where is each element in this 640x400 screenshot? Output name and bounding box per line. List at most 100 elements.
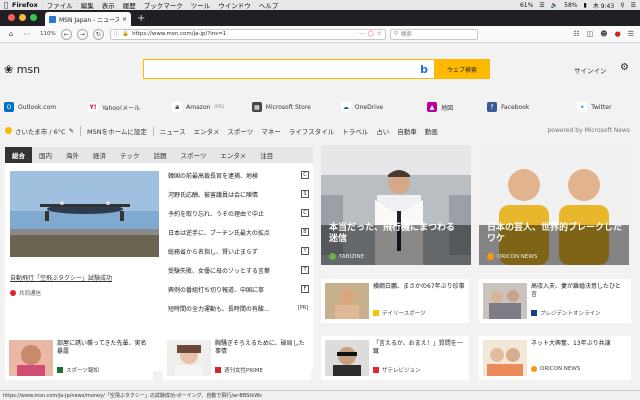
settings-gear-icon[interactable]: ⚙ xyxy=(620,62,629,73)
headline-item[interactable]: 興例の番組打ち切り報道、中国に寧 F xyxy=(168,281,309,297)
app-menu-firefox[interactable]: Firefox xyxy=(12,1,38,9)
menu-bookmarks[interactable]: ブックマーク xyxy=(144,0,183,10)
info-icon[interactable]: ⓘ xyxy=(114,30,120,38)
msn-logo[interactable]: ❀ msn xyxy=(4,63,40,76)
quicklink-outlook[interactable]: O Outlook.com xyxy=(4,102,56,112)
weather-widget[interactable]: さいたま市 / 6°C ✎ xyxy=(0,126,74,136)
tab-domestic[interactable]: 国内 xyxy=(32,147,59,163)
category-travel[interactable]: トラベル xyxy=(342,126,368,136)
tab-msn[interactable]: MSN Japan - ニュース, 天気, メ × xyxy=(45,12,131,26)
menu-tools[interactable]: ツール xyxy=(191,0,211,10)
headline-item[interactable]: 総務省から名指し、賢い止まらず Y xyxy=(168,243,309,259)
clock[interactable]: 木 9:43 xyxy=(593,1,614,10)
news-card-small[interactable]: 横綱白鵬、まさかの67年ぶり珍事 デイリースポーツ xyxy=(321,279,469,323)
feature-card[interactable]: 本当だった、飛行機にまつわる迷信 TABIZINE xyxy=(321,145,471,265)
quicklink-onedrive[interactable]: ☁ OneDrive xyxy=(340,102,383,112)
headline-item[interactable]: 予約を取り忘れ、うその理由で中止 C xyxy=(168,205,309,221)
menu-icon[interactable]: ☰ xyxy=(628,30,634,38)
edit-pencil-icon[interactable]: ✎ xyxy=(69,127,74,135)
search-bar[interactable]: ⚲ 検索 xyxy=(389,28,478,40)
menu-window[interactable]: ウインドウ xyxy=(218,0,251,10)
quicklink-yahoo[interactable]: Y! Yahoo!メール xyxy=(88,102,140,112)
forward-icon[interactable]: → xyxy=(76,28,88,40)
tab-topics[interactable]: 話題 xyxy=(147,147,174,163)
quicklink-microsoft-store[interactable]: ▦ Microsoft Store xyxy=(251,102,311,112)
news-card-title[interactable]: 横綱白鵬、まさかの67年ぶり珍事 xyxy=(373,283,465,291)
news-card-title[interactable]: 部屋に誘い襲ってきた先輩、実名暴露 xyxy=(57,340,149,357)
page-actions-icon[interactable]: ⋯ xyxy=(359,31,365,37)
quicklink-amazon[interactable]: a Amazon [PR] xyxy=(172,102,224,112)
menu-edit[interactable]: 編集 xyxy=(81,0,94,10)
tab-economy[interactable]: 経済 xyxy=(86,147,113,163)
category-sports[interactable]: スポーツ xyxy=(227,126,253,136)
headline-item[interactable]: 短時間の全力運動も、長時間の有酸… [PR] xyxy=(168,300,309,316)
category-lifestyle[interactable]: ライフスタイル xyxy=(289,126,335,136)
category-money[interactable]: マネー xyxy=(261,126,281,136)
menu-help[interactable]: ヘルプ xyxy=(259,0,279,10)
headline-item[interactable]: 韓国の前最高裁長官を逮捕、地検 C xyxy=(168,167,309,183)
menu-file[interactable]: ファイル xyxy=(47,0,73,10)
quicklink-twitter[interactable]: ✦ Twitter xyxy=(577,102,611,112)
library-icon[interactable]: ☷ xyxy=(573,30,579,38)
hero-image[interactable] xyxy=(10,171,159,257)
url-text[interactable]: https://www.msn.com/ja-jp/?ins=1 xyxy=(132,31,356,37)
new-tab-icon[interactable]: + xyxy=(131,13,151,26)
close-tab-icon[interactable]: × xyxy=(122,16,127,23)
zoom-window-icon[interactable] xyxy=(30,14,37,21)
news-card-small[interactable]: 「言えるか、おまえ！」質問を一蹴 ザテレビジョン xyxy=(321,336,469,380)
hero-source[interactable]: 共同通信 xyxy=(10,289,41,297)
sidebar-icon[interactable]: ◫ xyxy=(587,30,594,38)
news-card-title[interactable]: 胸騒ぎそろえるために、破局した事情 xyxy=(215,340,307,357)
quicklink-map[interactable]: ▲ 地図 xyxy=(427,102,453,112)
tab-sports[interactable]: スポーツ xyxy=(174,147,214,163)
minimize-window-icon[interactable] xyxy=(19,14,26,21)
tab-overseas[interactable]: 海外 xyxy=(59,147,86,163)
category-news[interactable]: ニュース xyxy=(160,126,186,136)
search-input[interactable]: 検索 xyxy=(401,30,412,38)
signin-link[interactable]: サインイン xyxy=(574,65,607,75)
lock-icon[interactable]: 🔒 xyxy=(122,31,129,37)
volume-icon[interactable]: 🔈 xyxy=(551,2,558,9)
headline-item[interactable]: 日本は逆手に、プーチン氏最大の拡点 B xyxy=(168,224,309,240)
feature-card[interactable]: 日本の芸人、世界的ブレークしたワケ ORICON NEWS xyxy=(479,145,629,265)
hero-caption[interactable]: 自動飛行「空飛ぶタクシー」試験成功 xyxy=(10,273,170,282)
extension-icon[interactable]: ● xyxy=(615,30,621,38)
news-card-title[interactable]: 高収入夫、妻が離婚決意したひと言 xyxy=(531,283,623,300)
account-icon[interactable]: ☻ xyxy=(600,30,607,38)
home-icon[interactable]: ⌂ xyxy=(6,30,16,38)
tab-featured[interactable]: 注目 xyxy=(253,147,280,163)
tab-tech[interactable]: テック xyxy=(113,147,147,163)
category-fortune[interactable]: 占い xyxy=(376,126,389,136)
menu-history[interactable]: 履歴 xyxy=(123,0,136,10)
battery-icon[interactable]: ▮ xyxy=(584,2,587,9)
back-icon[interactable]: ← xyxy=(60,28,72,40)
pocket-icon[interactable]: ◯ xyxy=(368,31,374,37)
quicklink-facebook[interactable]: f Facebook xyxy=(487,102,529,112)
news-card-small[interactable]: 部屋に誘い襲ってきた先輩、実名暴露 スポーツ報知 xyxy=(5,336,153,380)
category-autos[interactable]: 自動車 xyxy=(397,126,417,136)
news-card-title[interactable]: ネット大興奮、13年ぶり共演 xyxy=(531,340,623,348)
headline-item[interactable]: 河野氏応酬、被害議員は会に陳情 S xyxy=(168,186,309,202)
set-home-link[interactable]: MSNをホームに設定 xyxy=(87,126,147,136)
notification-center-icon[interactable]: ☰ xyxy=(631,2,636,9)
feature-card-caption[interactable]: 日本の芸人、世界的ブレークしたワケ xyxy=(487,223,623,246)
news-card-title[interactable]: 「言えるか、おまえ！」質問を一蹴 xyxy=(373,340,465,357)
bookmark-star-icon[interactable]: ☆ xyxy=(377,31,382,37)
wifi-icon[interactable]: ☰ xyxy=(539,2,544,9)
tab-entertainment[interactable]: エンタメ xyxy=(213,147,253,163)
tab-general[interactable]: 総合 xyxy=(5,147,32,163)
category-video[interactable]: 動画 xyxy=(425,126,438,136)
news-card-small[interactable]: 高収入夫、妻が離婚決意したひと言 プレジデントオンライン xyxy=(479,279,631,323)
close-window-icon[interactable] xyxy=(8,14,15,21)
web-search-input[interactable]: b xyxy=(143,59,434,79)
apple-icon[interactable]:  xyxy=(0,1,12,9)
menu-view[interactable]: 表示 xyxy=(102,0,115,10)
spotlight-icon[interactable]: ⚲ xyxy=(620,2,624,9)
reload-icon[interactable]: ↻ xyxy=(92,28,104,40)
news-card-small[interactable]: ネット大興奮、13年ぶり共演 ORICON NEWS xyxy=(479,336,631,380)
news-card-small[interactable]: 胸騒ぎそろえるために、破局した事情 週刊女性PRIME xyxy=(163,336,311,380)
headline-item[interactable]: 受験失敗、女優に母のゾッとする言葉 T xyxy=(168,262,309,278)
url-bar[interactable]: ⓘ 🔒 https://www.msn.com/ja-jp/?ins=1 ⋯ ◯… xyxy=(109,28,386,40)
web-search-button[interactable]: ウェブ検索 xyxy=(434,59,490,79)
zoom-level[interactable]: 110% xyxy=(40,31,56,37)
